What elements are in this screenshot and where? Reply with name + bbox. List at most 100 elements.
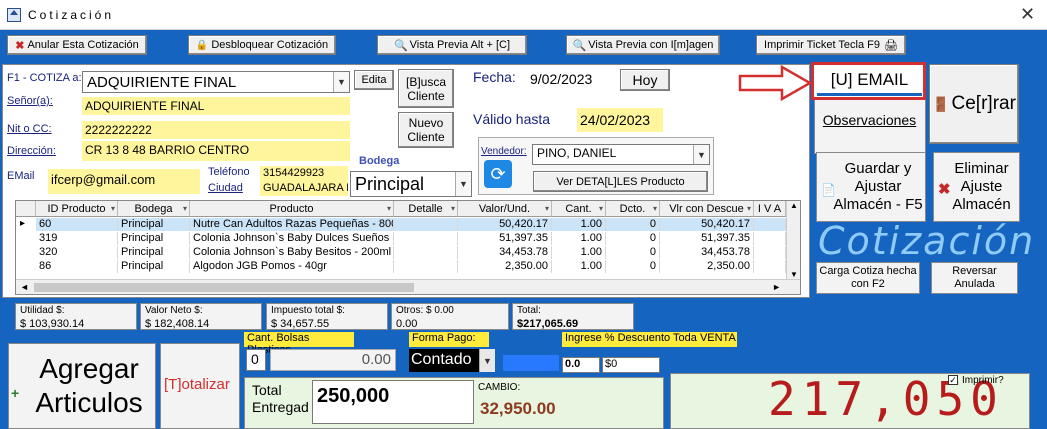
email-button[interactable]: [U] EMAIL [817, 66, 922, 96]
valor-neto-box: Valor Neto $: $ 182,408.14 [140, 303, 262, 330]
vista-imagen-button[interactable]: 🔍 Vista Previa con I[m]agen [566, 35, 720, 55]
cell-detalle[interactable] [394, 218, 458, 231]
reversar-anulada-button[interactable]: Reversar Anulada [931, 262, 1018, 294]
close-icon[interactable]: ✕ [1020, 4, 1035, 25]
cell-producto[interactable]: Colonia Johnson`s Baby Dulces Sueños - 2… [190, 232, 394, 245]
vista-previa-button[interactable]: 🔍 Vista Previa Alt + [C] [377, 35, 527, 55]
cell-producto[interactable]: Algodon JGB Pomos - 40gr [190, 260, 394, 273]
grid-header-vlr-descuento[interactable]: Vlr con Descue ▾ [660, 201, 754, 217]
horizontal-scrollbar[interactable]: ◄ ► [16, 279, 800, 294]
cell-dcto[interactable]: 0 [606, 246, 660, 259]
cell-valor[interactable]: 51,397.35 [458, 232, 552, 245]
chevron-down-icon[interactable]: ▼ [693, 145, 709, 164]
cell-valor[interactable]: 2,350.00 [458, 260, 552, 273]
cell-producto[interactable]: Colonia Johnson`s Baby Besitos - 200ml [190, 246, 394, 259]
bolsas-count-input[interactable]: 0 [246, 349, 266, 371]
nit-value: 2222222222 [82, 121, 350, 139]
total-entregado-input[interactable]: 250,000 [312, 380, 474, 424]
chevron-down-icon[interactable]: ▼ [455, 172, 471, 196]
cell-detalle[interactable] [394, 232, 458, 245]
cell-bodega[interactable]: Principal [118, 218, 190, 231]
cell-valor[interactable]: 34,453.78 [458, 246, 552, 259]
bodega-combo[interactable]: Principal ▼ [350, 171, 472, 197]
total-box: Total: $217,065.69 [512, 303, 634, 330]
buscar-cliente-button[interactable]: [B]usca Cliente [398, 69, 454, 108]
vertical-scrollbar[interactable]: ▲ ▼ [786, 201, 800, 279]
imprimir-label: Imprimir? [962, 375, 1004, 386]
cell-iva[interactable] [754, 232, 786, 245]
cell-iva[interactable] [754, 218, 786, 231]
descuento-pct-input[interactable]: 0.0 [562, 357, 600, 373]
descuento-amt-input[interactable]: $0 [602, 357, 660, 373]
cell-dcto[interactable]: 0 [606, 260, 660, 273]
anular-button[interactable]: ✖ Anular Esta Cotización [7, 35, 147, 55]
observaciones-button[interactable]: Observaciones [817, 106, 922, 134]
grid-header-producto[interactable]: Producto ▾ [190, 201, 394, 217]
grid-header-id[interactable]: ID Producto ▾ [36, 201, 118, 217]
cell-id[interactable]: 86 [36, 260, 118, 273]
totalizar-link[interactable]: [T]otalizar [164, 376, 230, 393]
cell-bodega[interactable]: Principal [118, 260, 190, 273]
vendedor-combo[interactable]: PINO, DANIEL ▼ [532, 144, 710, 165]
hoy-button[interactable]: Hoy [620, 69, 670, 91]
cell-valor[interactable]: 50,420.17 [458, 218, 552, 231]
agregar-articulos-button[interactable]: + Agregar Articulos [8, 343, 156, 429]
ciudad-value: GUADALAJARA I [263, 182, 348, 194]
refresh-icon[interactable]: ⟳ [484, 160, 512, 188]
cell-producto[interactable]: Nutre Can Adultos Razas Pequeñas - 800g [190, 218, 394, 231]
grid-corner [16, 201, 36, 217]
cell-iva[interactable] [754, 260, 786, 273]
scroll-right-icon[interactable]: ► [772, 282, 781, 292]
scroll-thumb[interactable] [34, 283, 414, 292]
cell-detalle[interactable] [394, 260, 458, 273]
valido-value[interactable]: 24/02/2023 [577, 108, 663, 132]
chevron-down-icon[interactable]: ▼ [333, 72, 349, 92]
cell-bodega[interactable]: Principal [118, 232, 190, 245]
chevron-down-icon[interactable]: ▼ [479, 349, 495, 372]
cerrar-button[interactable]: 🚪 Ce[r]rar [929, 64, 1019, 144]
cell-cant[interactable]: 1.00 [552, 218, 606, 231]
senor-label: Señor(a): [7, 95, 53, 107]
forma-pago-combo[interactable]: Contado ▼ [409, 349, 495, 372]
grid-header-valor[interactable]: Valor/Und. ▾ [458, 201, 552, 217]
cell-dcto[interactable]: 0 [606, 232, 660, 245]
scroll-down-icon[interactable]: ▼ [787, 270, 800, 279]
grid-header-bodega[interactable]: Bodega ▾ [118, 201, 190, 217]
desbloquear-button[interactable]: 🔒 Desbloquear Cotización [188, 35, 336, 55]
cell-id[interactable]: 319 [36, 232, 118, 245]
cell-dcto[interactable]: 0 [606, 218, 660, 231]
grid-header-detalle[interactable]: Detalle ▾ [394, 201, 458, 217]
bodega-label: Bodega [359, 155, 400, 167]
cell-cant[interactable]: 1.00 [552, 232, 606, 245]
cell-vlr-descuento[interactable]: 2,350.00 [660, 260, 754, 273]
fecha-value[interactable]: 9/02/2023 [530, 71, 592, 87]
valido-label: Válido hasta [473, 111, 551, 127]
grid-header-iva[interactable]: I V A [754, 201, 786, 217]
nuevo-cliente-button[interactable]: Nuevo Cliente [398, 112, 454, 148]
imprimir-checkbox[interactable]: ✓ [948, 375, 958, 385]
scroll-left-icon[interactable]: ◄ [20, 282, 29, 292]
imprimir-ticket-button[interactable]: Imprimir Ticket Tecla F9 🖨 [756, 35, 906, 55]
scroll-up-icon[interactable]: ▲ [787, 201, 800, 210]
guardar-ajustar-button[interactable]: 📄 Guardar y Ajustar Almacén - F5 [816, 152, 926, 222]
eliminar-ajuste-button[interactable]: ✖ Eliminar Ajuste Almacén [933, 152, 1020, 222]
ver-detalles-button[interactable]: Ver DETA[L]LES Producto [533, 171, 708, 192]
cell-iva[interactable] [754, 246, 786, 259]
grid-header-cant[interactable]: Cant. ▾ [552, 201, 606, 217]
cell-vlr-descuento[interactable]: 34,453.78 [660, 246, 754, 259]
cell-id[interactable]: 320 [36, 246, 118, 259]
cambio-label: CAMBIO: [478, 382, 521, 393]
cell-vlr-descuento[interactable]: 51,397.35 [660, 232, 754, 245]
carga-cotiza-button[interactable]: Carga Cotiza hecha con F2 [816, 262, 920, 294]
cell-id[interactable]: 60 [36, 218, 118, 231]
cell-detalle[interactable] [394, 246, 458, 259]
cell-cant[interactable]: 1.00 [552, 246, 606, 259]
sort-icon: ▾ [386, 204, 391, 213]
cell-cant[interactable]: 1.00 [552, 260, 606, 273]
customer-combo[interactable]: ADQUIRIENTE FINAL ▼ [82, 71, 350, 93]
cell-bodega[interactable]: Principal [118, 246, 190, 259]
cell-vlr-descuento[interactable]: 50,420.17 [660, 218, 754, 231]
grid-header-dcto[interactable]: Dcto. ▾ [606, 201, 660, 217]
edita-button[interactable]: Edita [354, 70, 394, 90]
tel-ciudad-values: 3154429923 GUADALAJARA I [260, 166, 348, 196]
